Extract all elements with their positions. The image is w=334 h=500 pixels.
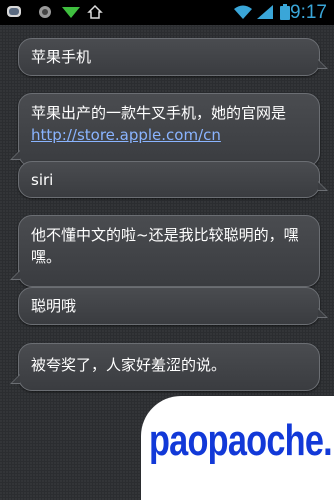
cell-signal-icon: [256, 4, 273, 20]
assistant-message-bubble[interactable]: 他不懂中文的啦~还是我比较聪明的，嘿嘿。: [10, 215, 320, 287]
message-text: 被夸奖了，人家好羞涩的说。: [31, 356, 227, 374]
signal-icon: [61, 4, 80, 20]
message-text: 他不懂中文的啦~还是我比较聪明的，嘿嘿。: [31, 226, 299, 266]
message-text: 聪明哦: [31, 297, 77, 315]
apple-store-link[interactable]: http://store.apple.com/cn: [31, 126, 221, 144]
message-text: 苹果出产的一款牛叉手机，她的官网是: [31, 104, 287, 122]
user-message-bubble[interactable]: 聪明哦: [18, 287, 328, 325]
status-time: 9:17: [290, 2, 327, 23]
record-icon: [37, 4, 53, 20]
user-message-bubble[interactable]: siri: [18, 161, 328, 198]
message-text: siri: [31, 171, 54, 189]
watermark-text: paopaoche.net: [149, 416, 334, 465]
assistant-message-bubble[interactable]: 苹果出产的一款牛叉手机，她的官网是 http://store.apple.com/…: [10, 93, 320, 167]
user-message-bubble[interactable]: 苹果手机: [18, 38, 328, 76]
watermark: paopaoche.net: [141, 396, 334, 500]
assistant-message-bubble[interactable]: 被夸奖了，人家好羞涩的说。: [10, 343, 320, 391]
wifi-icon: [233, 4, 252, 20]
home-icon: [87, 4, 103, 20]
chat-app-icon: [6, 4, 22, 20]
message-text: 苹果手机: [31, 48, 92, 66]
status-bar: 9:17: [0, 0, 334, 25]
